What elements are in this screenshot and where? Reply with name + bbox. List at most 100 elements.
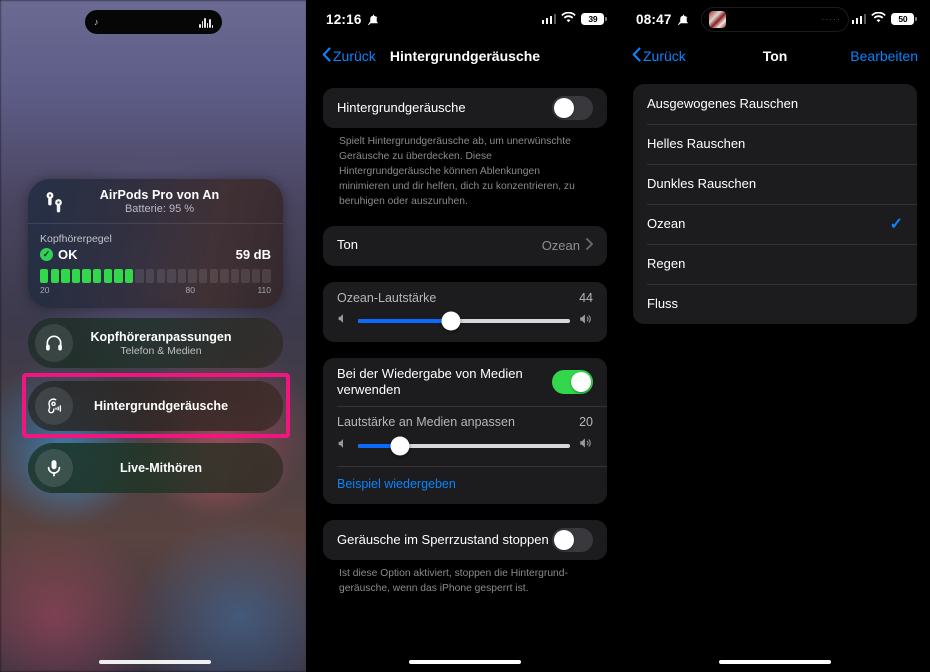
- level-db-value: 59 dB: [235, 247, 271, 262]
- wifi-icon: [561, 10, 577, 28]
- switch-knob: [554, 530, 574, 551]
- airpods-pro-icon: [40, 189, 70, 215]
- status-indicators: 50: [851, 10, 917, 28]
- group-lock: Geräusche im Sperrzustand stoppen: [323, 520, 607, 561]
- cc-row-live-mithoeren[interactable]: Live-Mithören: [28, 443, 283, 493]
- media-artwork-icon: [709, 11, 726, 28]
- sound-option-label: Dunkles Rauschen: [647, 175, 757, 191]
- sound-option-label: Regen: [647, 255, 686, 271]
- status-bar: 12:16 39: [310, 0, 620, 38]
- home-indicator[interactable]: [99, 659, 211, 664]
- home-indicator[interactable]: [409, 659, 521, 664]
- row-media-toggle[interactable]: Bei der Wiedergabe von Medien verwenden: [323, 358, 607, 407]
- music-note-icon: ♪: [94, 16, 99, 27]
- edit-button[interactable]: Bearbeiten: [850, 48, 918, 64]
- check-circle-icon: ✓: [40, 248, 53, 261]
- cc-row-hintergrundgeraeusche[interactable]: Hintergrundgeräusche: [28, 381, 283, 431]
- level-bar: [188, 269, 197, 283]
- level-bar: [251, 269, 261, 283]
- sound-option-row[interactable]: Helles Rauschen: [633, 124, 917, 164]
- slider-fill: [358, 319, 452, 324]
- device-battery: Batterie: 95 %: [124, 203, 195, 215]
- row-text: Kopfhöreranpassungen Telefon & Medien: [73, 330, 283, 357]
- ozean-volume-slider[interactable]: [358, 311, 570, 331]
- slider-title: Lautstärke an Medien anpassen: [337, 415, 515, 430]
- sound-option-row[interactable]: Ozean ✓: [633, 204, 917, 244]
- row-label: Geräusche im Sperrzustand stoppen: [337, 531, 549, 547]
- chevron-right-icon: [586, 238, 593, 253]
- speaker-low-icon: [337, 312, 350, 330]
- device-name: AirPods Pro von An: [99, 188, 220, 202]
- sound-option-row[interactable]: Dunkles Rauschen: [633, 164, 917, 204]
- row-label: Kopfhöreranpassungen: [90, 329, 232, 344]
- slider-title: Ozean-Lautstärke: [337, 290, 437, 305]
- status-indicators: 39: [541, 10, 607, 28]
- row-label: Ton: [337, 237, 358, 253]
- media-volume-slider[interactable]: [358, 436, 570, 456]
- panel-background-sounds-settings: 12:16 39 Zurück Hintergrundgeräusche Hin…: [310, 0, 620, 672]
- dynamic-island-live-activity[interactable]: ·····: [701, 7, 849, 32]
- level-bar: [50, 269, 59, 283]
- cellular-signal-icon: [851, 14, 867, 24]
- speaker-high-icon: [578, 312, 593, 331]
- sound-option-row[interactable]: Ausgewogenes Rauschen: [633, 84, 917, 124]
- sound-option-row[interactable]: Regen: [633, 244, 917, 284]
- level-bar: [241, 269, 250, 283]
- back-button[interactable]: Zurück: [322, 47, 376, 65]
- speaker-low-icon: [337, 437, 350, 455]
- stop-when-locked-switch[interactable]: [552, 528, 593, 553]
- play-sample-link[interactable]: Beispiel wiedergeben: [337, 477, 456, 491]
- sound-option-row[interactable]: Fluss: [633, 284, 917, 324]
- back-button[interactable]: Zurück: [632, 47, 686, 65]
- scale-tick: 20: [40, 285, 50, 295]
- cc-row-kopfhoereranpassungen[interactable]: Kopfhöreranpassungen Telefon & Medien: [28, 318, 283, 368]
- group-media: Bei der Wiedergabe von Medien verwenden …: [323, 357, 607, 505]
- slider-knob[interactable]: [390, 436, 410, 456]
- home-indicator[interactable]: [719, 659, 831, 664]
- status-time: 08:47: [636, 11, 672, 27]
- background-sounds-switch[interactable]: [552, 96, 593, 120]
- sound-option-label: Helles Rauschen: [647, 135, 746, 151]
- level-status: ✓ OK: [40, 247, 78, 262]
- panel-control-center: ♪ AirPods Pro von An Batterie: 95 % Kopf…: [0, 0, 310, 672]
- back-label: Zurück: [333, 48, 376, 64]
- three-phone-screenshots: ♪ AirPods Pro von An Batterie: 95 % Kopf…: [0, 0, 930, 672]
- row-label: Hintergrundgeräusche: [93, 399, 229, 413]
- row-background-sounds-toggle[interactable]: Hintergrundgeräusche: [323, 88, 607, 128]
- level-bar: [230, 269, 240, 283]
- level-bar: [220, 269, 229, 283]
- row-stop-when-locked[interactable]: Geräusche im Sperrzustand stoppen: [323, 520, 607, 560]
- battery-cap: [915, 17, 917, 21]
- device-header: AirPods Pro von An Batterie: 95 %: [28, 179, 283, 224]
- row-play-sample[interactable]: Beispiel wiedergeben: [323, 466, 607, 504]
- navigation-bar: Zurück Ton Bearbeiten: [620, 38, 930, 74]
- bell-slash-icon: [677, 13, 690, 26]
- cellular-signal-icon: [541, 14, 557, 24]
- group-main-toggle: Hintergrundgeräusche: [323, 88, 607, 128]
- wifi-icon: [871, 10, 887, 28]
- headphone-level-section: Kopfhörerpegel ✓ OK 59 dB 20 80 110: [28, 224, 283, 308]
- battery-level: 50: [891, 13, 915, 25]
- panel-sound-picker: ····· 08:47 50 Zurück Ton Bearbeiten Aus…: [620, 0, 930, 672]
- level-bar: [92, 269, 102, 283]
- sound-option-label: Ausgewogenes Rauschen: [647, 95, 799, 111]
- status-time: 12:16: [326, 11, 362, 27]
- row-text: Live-Mithören: [73, 461, 283, 475]
- level-meter-scale: 20 80 110: [40, 285, 271, 297]
- row-ton[interactable]: Ton Ozean: [323, 226, 607, 266]
- level-bar: [177, 269, 187, 283]
- media-volume-block: Lautstärke an Medien anpassen 20: [323, 406, 607, 466]
- slider-knob[interactable]: [441, 311, 461, 331]
- chevron-left-icon: [322, 47, 331, 65]
- settings-content: Hintergrundgeräusche Spielt Hintergrundg…: [310, 88, 620, 597]
- dynamic-island-music[interactable]: ♪: [85, 10, 222, 34]
- level-bar: [61, 269, 70, 283]
- row-label: Bei der Wiedergabe von Medien verwenden: [337, 365, 523, 397]
- media-playback-switch[interactable]: [552, 369, 593, 394]
- airpods-device-card[interactable]: AirPods Pro von An Batterie: 95 % Kopfhö…: [28, 179, 283, 308]
- audio-waveform-icon: [199, 17, 213, 28]
- level-bar: [103, 269, 112, 283]
- sound-option-label: Ozean: [647, 215, 686, 231]
- main-footnote: Spielt Hintergrundgeräusche ab, um unerw…: [339, 136, 575, 207]
- scale-tick: 80: [185, 285, 195, 295]
